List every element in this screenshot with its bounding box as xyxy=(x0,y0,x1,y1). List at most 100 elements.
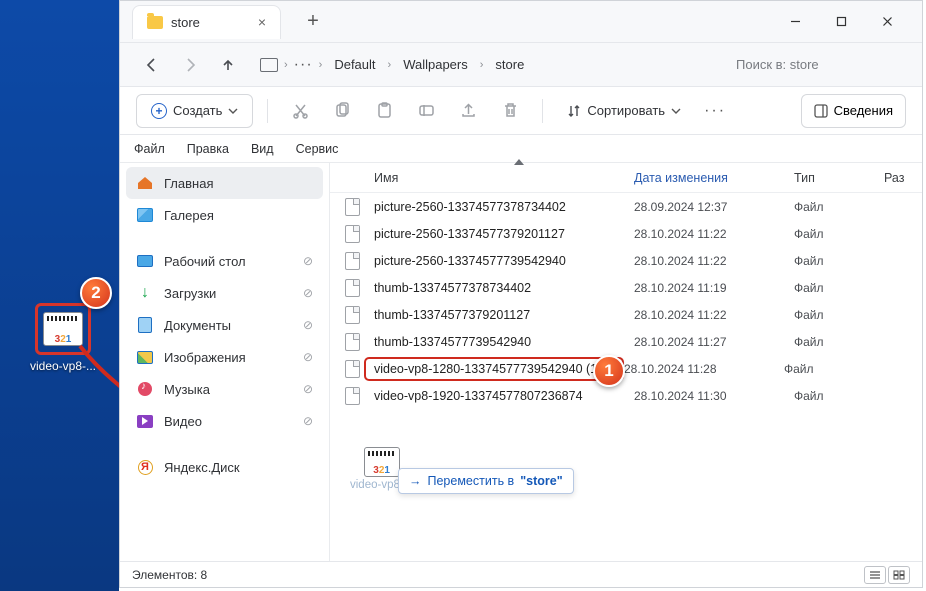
file-row[interactable]: thumb-1337457737920112728.10.2024 11:22Ф… xyxy=(330,301,922,328)
file-name: thumb-13374577739542940 xyxy=(374,335,634,349)
search-box[interactable]: Поиск в: store xyxy=(726,48,906,82)
sidebar-yandex[interactable]: Я Яндекс.Диск xyxy=(126,451,323,483)
file-row[interactable]: picture-2560-1337457737920112728.10.2024… xyxy=(330,220,922,247)
file-date: 28.10.2024 11:19 xyxy=(634,281,794,295)
main-pane: Имя Дата изменения Тип Раз picture-2560-… xyxy=(330,163,922,561)
col-date[interactable]: Дата изменения xyxy=(634,171,794,185)
drag-action-target: "store" xyxy=(520,474,562,488)
desktop-file-label: video-vp8-... xyxy=(30,359,96,373)
create-button[interactable]: + Создать xyxy=(136,94,253,128)
file-icon xyxy=(330,306,374,324)
file-name: picture-2560-13374577378734402 xyxy=(374,200,634,214)
pin-icon[interactable]: ⊘ xyxy=(303,254,313,268)
menu-tools[interactable]: Сервис xyxy=(286,138,349,160)
chevron-down-icon xyxy=(671,106,681,116)
breadcrumb-wallpapers[interactable]: Wallpapers xyxy=(397,53,474,76)
copy-button[interactable] xyxy=(324,93,360,129)
file-row[interactable]: video-vp8-1280-13374577739542940 (1)28.1… xyxy=(330,355,922,382)
menu-view[interactable]: Вид xyxy=(241,138,284,160)
plus-icon: + xyxy=(151,103,167,119)
cut-button[interactable] xyxy=(282,93,318,129)
address-bar[interactable]: › ··· › Default › Wallpapers › store xyxy=(250,48,720,82)
file-name: video-vp8-1920-13374577807236874 xyxy=(374,389,634,403)
home-icon xyxy=(136,174,154,192)
menu-edit[interactable]: Правка xyxy=(177,138,239,160)
breadcrumb-default[interactable]: Default xyxy=(328,53,381,76)
breadcrumb-store[interactable]: store xyxy=(489,53,530,76)
details-button[interactable]: Сведения xyxy=(801,94,906,128)
col-name[interactable]: Имя xyxy=(374,171,634,185)
file-date: 28.09.2024 12:37 xyxy=(634,200,794,214)
pin-icon[interactable]: ⊘ xyxy=(303,318,313,332)
close-button[interactable] xyxy=(864,6,910,38)
sidebar-label: Видео xyxy=(164,414,202,429)
file-row[interactable]: thumb-1337457773954294028.10.2024 11:27Ф… xyxy=(330,328,922,355)
window-controls xyxy=(772,6,910,38)
mpc-icon: 321 xyxy=(43,312,83,346)
create-label: Создать xyxy=(173,103,222,118)
sidebar-item[interactable]: Документы⊘ xyxy=(126,309,323,341)
col-type[interactable]: Тип xyxy=(794,171,884,185)
desktop-file-highlight: 321 xyxy=(35,303,91,355)
menu-file[interactable]: Файл xyxy=(124,138,175,160)
chevron-right-icon: › xyxy=(480,59,484,71)
titlebar: store × + xyxy=(120,1,922,43)
sidebar-home[interactable]: Главная xyxy=(126,167,323,199)
view-details-button[interactable] xyxy=(864,566,886,584)
sidebar-label: Музыка xyxy=(164,382,210,397)
tab-store[interactable]: store × xyxy=(132,5,281,39)
file-date: 28.10.2024 11:22 xyxy=(634,308,794,322)
file-row[interactable]: video-vp8-1920-1337457780723687428.10.20… xyxy=(330,382,922,409)
file-date: 28.10.2024 11:22 xyxy=(634,227,794,241)
desktop-file-video[interactable]: 321 video-vp8-... xyxy=(28,303,98,373)
toolbar: + Создать Сортировать ··· Сведения xyxy=(120,87,922,135)
body: Главная Галерея Рабочий стол⊘↓Загрузки⊘Д… xyxy=(120,163,922,561)
forward-button[interactable] xyxy=(174,49,206,81)
view-toggle xyxy=(864,566,910,584)
file-name: picture-2560-13374577379201127 xyxy=(374,227,634,241)
sidebar-gallery[interactable]: Галерея xyxy=(126,199,323,231)
file-icon xyxy=(330,198,374,216)
yandex-icon: Я xyxy=(136,458,154,476)
share-button[interactable] xyxy=(450,93,486,129)
callout-1: 1 xyxy=(593,355,625,387)
up-button[interactable] xyxy=(212,49,244,81)
doc-icon xyxy=(136,316,154,334)
sidebar-item[interactable]: Видео ⊘ xyxy=(126,405,323,437)
minimize-button[interactable] xyxy=(772,6,818,38)
rename-button[interactable] xyxy=(408,93,444,129)
file-icon xyxy=(330,333,374,351)
gallery-icon xyxy=(136,206,154,224)
delete-button[interactable] xyxy=(492,93,528,129)
new-tab-button[interactable]: + xyxy=(307,10,319,33)
pin-icon[interactable]: ⊘ xyxy=(303,286,313,300)
file-row[interactable]: thumb-1337457737873440228.10.2024 11:19Ф… xyxy=(330,274,922,301)
file-row[interactable]: picture-2560-1337457773954294028.10.2024… xyxy=(330,247,922,274)
sidebar-item[interactable]: Рабочий стол⊘ xyxy=(126,245,323,277)
pin-icon[interactable]: ⊘ xyxy=(303,382,313,396)
pin-icon[interactable]: ⊘ xyxy=(303,414,313,428)
maximize-button[interactable] xyxy=(818,6,864,38)
tab-close-icon[interactable]: × xyxy=(258,14,266,30)
col-size[interactable]: Раз xyxy=(884,171,922,185)
explorer-window: store × + › ··· › Default › Wallpapers ›… xyxy=(119,0,923,588)
back-button[interactable] xyxy=(136,49,168,81)
sidebar-item[interactable]: Изображения⊘ xyxy=(126,341,323,373)
view-thumbs-button[interactable] xyxy=(888,566,910,584)
breadcrumb-overflow[interactable]: ··· xyxy=(294,56,313,74)
sidebar-item[interactable]: Музыка ⊘ xyxy=(126,373,323,405)
file-name: video-vp8-1280-13374577739542940 (1) xyxy=(364,357,624,381)
file-date: 28.10.2024 11:22 xyxy=(634,254,794,268)
status-bar: Элементов: 8 xyxy=(120,561,922,587)
paste-button[interactable] xyxy=(366,93,402,129)
nav-row: › ··· › Default › Wallpapers › store Пои… xyxy=(120,43,922,87)
pin-icon[interactable]: ⊘ xyxy=(303,350,313,364)
file-type: Файл xyxy=(794,227,884,241)
vid-icon xyxy=(136,412,154,430)
sidebar-item[interactable]: ↓Загрузки⊘ xyxy=(126,277,323,309)
file-row[interactable]: picture-2560-1337457737873440228.09.2024… xyxy=(330,193,922,220)
drag-action-prefix: Переместить в xyxy=(428,474,515,488)
more-button[interactable]: ··· xyxy=(697,93,733,129)
file-type: Файл xyxy=(794,308,884,322)
sort-button[interactable]: Сортировать xyxy=(557,94,691,128)
